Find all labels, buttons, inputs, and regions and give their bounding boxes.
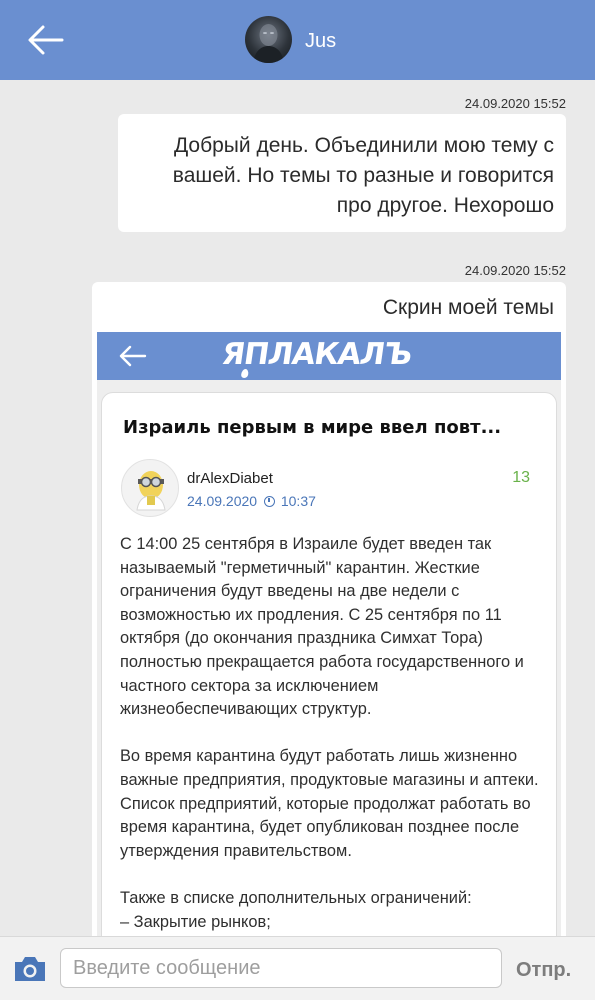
post-author: drAlexDiabet <box>187 470 273 487</box>
contact-name[interactable]: Jus <box>305 30 336 53</box>
message-composer: Отпр. <box>0 936 595 1000</box>
message-text: Добрый день. Объединили мою тему с вашей… <box>172 134 554 217</box>
post-paragraph: – Закрытие рынков; <box>120 912 271 931</box>
post-paragraph: Также в списке дополнительных ограничени… <box>120 888 472 907</box>
camera-icon <box>15 957 45 981</box>
attached-screenshot[interactable]: ЯПЛАКАЛЪ Израиль первым в мире ввел повт… <box>97 332 561 942</box>
post-title: Израиль первым в мире ввел повт... <box>123 417 502 438</box>
contact-avatar[interactable] <box>245 16 292 63</box>
message-input[interactable] <box>60 948 502 988</box>
post-card: Израиль первым в мире ввел повт... drAle… <box>101 392 557 942</box>
arrow-left-icon <box>119 345 147 367</box>
message-timestamp: 24.09.2020 15:52 <box>464 263 566 278</box>
message-caption: Скрин моей темы <box>382 296 554 319</box>
post-time: 10:37 <box>280 493 316 509</box>
clock-icon <box>263 496 275 507</box>
arrow-left-icon <box>28 25 64 55</box>
message-bubble[interactable]: Скрин моей темы ЯПЛАКАЛЪ Израиль первым … <box>92 282 566 942</box>
site-logo: ЯПЛАКАЛЪ <box>220 337 414 378</box>
comment-count: 13 <box>512 469 530 486</box>
post-paragraph: С 14:00 25 сентября в Израиле будет введ… <box>120 535 524 719</box>
back-button[interactable] <box>26 24 66 56</box>
message-timestamp: 24.09.2020 15:52 <box>464 96 566 111</box>
message-bubble[interactable]: Добрый день. Объединили мою тему с вашей… <box>118 114 566 232</box>
author-avatar <box>121 459 179 517</box>
post-body: С 14:00 25 сентября в Израиле будет введ… <box>120 533 550 934</box>
screenshot-app-bar: ЯПЛАКАЛЪ <box>97 332 561 380</box>
camera-button[interactable] <box>12 954 48 984</box>
post-date: 24.09.2020 <box>187 493 258 509</box>
chat-header: Jus <box>0 0 595 80</box>
post-meta: 24.09.2020 10:37 <box>187 493 316 509</box>
post-paragraph: Во время карантина будут работать лишь ж… <box>120 747 539 860</box>
send-button[interactable]: Отпр. <box>516 959 571 982</box>
